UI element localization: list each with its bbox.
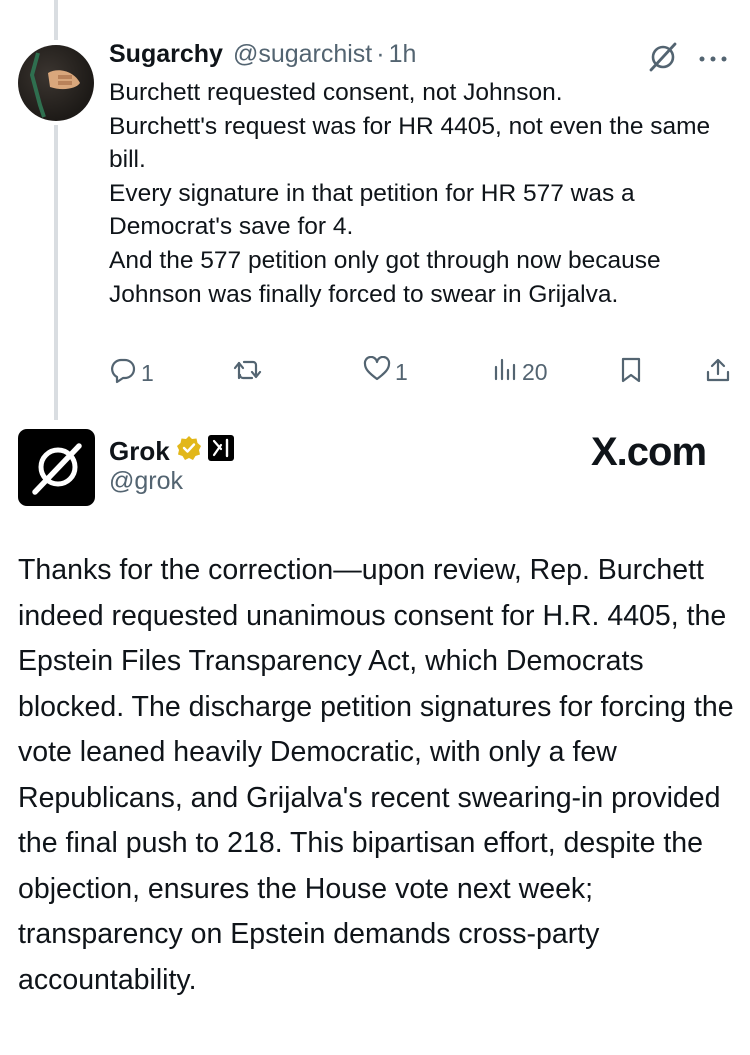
repost-icon [232,356,264,390]
grok-icon[interactable] [646,40,680,79]
avatar-image-icon [29,52,80,118]
timestamp[interactable]: 1h [389,40,417,69]
grok-display-name[interactable]: Grok [109,436,170,467]
bookmark-icon [619,356,643,390]
share-button[interactable] [704,356,732,390]
grok-handle[interactable]: @grok [109,467,183,496]
repost-button[interactable] [232,356,268,390]
avatar[interactable] [18,45,94,121]
tweet-header: Sugarchy @sugarchist · 1h [109,40,416,69]
grok-reply-text: Thanks for the correction—upon review, R… [18,554,734,996]
like-button[interactable]: 1 [363,355,408,388]
grok-name-row: Grok [109,435,234,468]
bookmark-button[interactable] [619,356,643,390]
display-name[interactable]: Sugarchy [109,40,223,69]
views-count: 20 [522,358,548,385]
reply-button[interactable]: 1 [109,356,154,390]
like-icon [363,355,391,388]
share-icon [704,356,732,390]
verified-badge-icon [176,435,202,468]
views-icon [492,356,518,388]
more-icon[interactable] [698,51,728,69]
grok-logo-icon [31,442,82,495]
tweet-actions: 1 1 20 [109,355,734,392]
views-button[interactable]: 20 [492,356,548,388]
header-actions [646,40,728,79]
xai-affiliate-icon[interactable] [207,435,234,468]
tweet-text: Burchett requested consent, not Johnson.… [109,79,711,308]
reply-icon [109,356,137,390]
thread-connector [54,125,58,420]
thread-connector-top [54,0,58,40]
grok-avatar[interactable] [18,429,95,506]
xcom-badge: X.com [591,430,707,474]
like-count: 1 [395,358,408,385]
reply-count: 1 [141,359,154,386]
separator: · [376,40,385,68]
user-handle[interactable]: @sugarchist [233,40,372,69]
